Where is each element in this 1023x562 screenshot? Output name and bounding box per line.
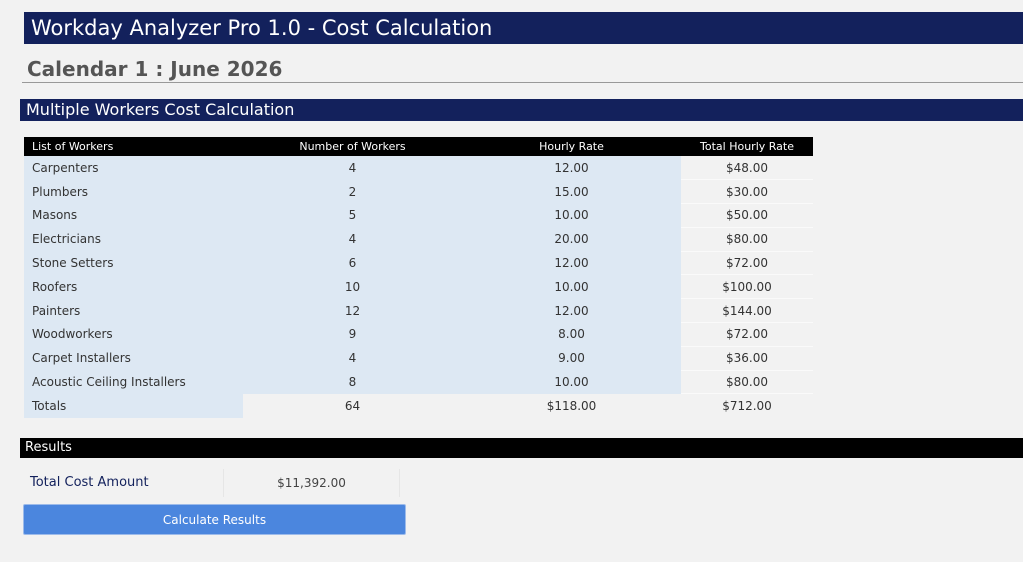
worker-count-input[interactable]: 10 [243,274,462,299]
hourly-rate-input[interactable]: 20.00 [462,227,681,252]
hourly-rate-input[interactable]: 15.00 [462,179,681,204]
worker-name: Woodworkers [24,322,243,347]
hourly-rate-input[interactable]: 8.00 [462,322,681,347]
totals-rate: $118.00 [462,393,681,418]
hourly-rate-input[interactable]: 10.00 [462,274,681,299]
worker-name: Carpet Installers [24,346,243,371]
worker-count-input[interactable]: 12 [243,298,462,323]
header-hourly-rate: Hourly Rate [462,137,681,156]
worker-count-input[interactable]: 6 [243,251,462,275]
worker-count-input[interactable]: 5 [243,203,462,228]
table-row: Masons 5 10.00 $50.00 [24,203,813,228]
worker-name: Masons [24,203,243,228]
section-header: Multiple Workers Cost Calculation [20,99,1023,121]
total-hourly-rate: $36.00 [681,346,813,371]
worker-name: Stone Setters [24,251,243,275]
total-hourly-rate: $72.00 [681,322,813,347]
table-row: Woodworkers 9 8.00 $72.00 [24,322,813,347]
worker-name: Carpenters [24,156,243,180]
total-hourly-rate: $100.00 [681,274,813,300]
table-row: Roofers 10 10.00 $100.00 [24,274,813,300]
app-title: Workday Analyzer Pro 1.0 - Cost Calculat… [24,12,1023,44]
worker-count-input[interactable]: 2 [243,179,462,204]
hourly-rate-input[interactable]: 12.00 [462,251,681,275]
worker-name: Plumbers [24,179,243,204]
calculate-results-button[interactable]: Calculate Results [23,504,406,535]
table-row: Plumbers 2 15.00 $30.00 [24,179,813,205]
total-hourly-rate: $30.00 [681,179,813,205]
header-list-of-workers: List of Workers [24,137,243,156]
results-header: Results [20,438,1023,458]
totals-total: $712.00 [681,393,813,418]
table-row: Acoustic Ceiling Installers 8 10.00 $80.… [24,370,813,395]
worker-name: Roofers [24,274,243,299]
table-row: Stone Setters 6 12.00 $72.00 [24,251,813,276]
calendar-title: Calendar 1 : June 2026 [27,57,283,81]
table-row: Electricians 4 20.00 $80.00 [24,227,813,252]
hourly-rate-input[interactable]: 12.00 [462,156,681,180]
table-row: Carpenters 4 12.00 $48.00 [24,156,813,181]
table-row: Carpet Installers 4 9.00 $36.00 [24,346,813,371]
worker-count-input[interactable]: 9 [243,322,462,347]
total-hourly-rate: $144.00 [681,298,813,324]
totals-row: Totals 64 $118.00 $712.00 [24,393,813,418]
workers-table: List of Workers Number of Workers Hourly… [24,137,813,418]
header-number-of-workers: Number of Workers [243,137,462,156]
worker-count-input[interactable]: 4 [243,346,462,371]
worker-name: Acoustic Ceiling Installers [24,370,243,394]
total-cost-value: $11,392.00 [223,469,400,497]
hourly-rate-input[interactable]: 9.00 [462,346,681,371]
worker-count-input[interactable]: 8 [243,370,462,394]
header-total-hourly-rate: Total Hourly Rate [681,137,813,156]
calendar-divider [22,82,1023,83]
totals-label: Totals [24,393,243,418]
total-hourly-rate: $48.00 [681,156,813,181]
table-row: Painters 12 12.00 $144.00 [24,298,813,324]
worker-name: Electricians [24,227,243,252]
total-hourly-rate: $72.00 [681,251,813,276]
total-hourly-rate: $80.00 [681,370,813,395]
hourly-rate-input[interactable]: 12.00 [462,298,681,323]
hourly-rate-input[interactable]: 10.00 [462,370,681,394]
total-cost-label: Total Cost Amount [30,475,149,490]
worker-name: Painters [24,298,243,323]
hourly-rate-input[interactable]: 10.00 [462,203,681,228]
worker-count-input[interactable]: 4 [243,227,462,252]
worker-count-input[interactable]: 4 [243,156,462,180]
total-hourly-rate: $80.00 [681,227,813,252]
table-header-row: List of Workers Number of Workers Hourly… [24,137,813,156]
total-hourly-rate: $50.00 [681,203,813,228]
totals-count: 64 [243,393,462,418]
